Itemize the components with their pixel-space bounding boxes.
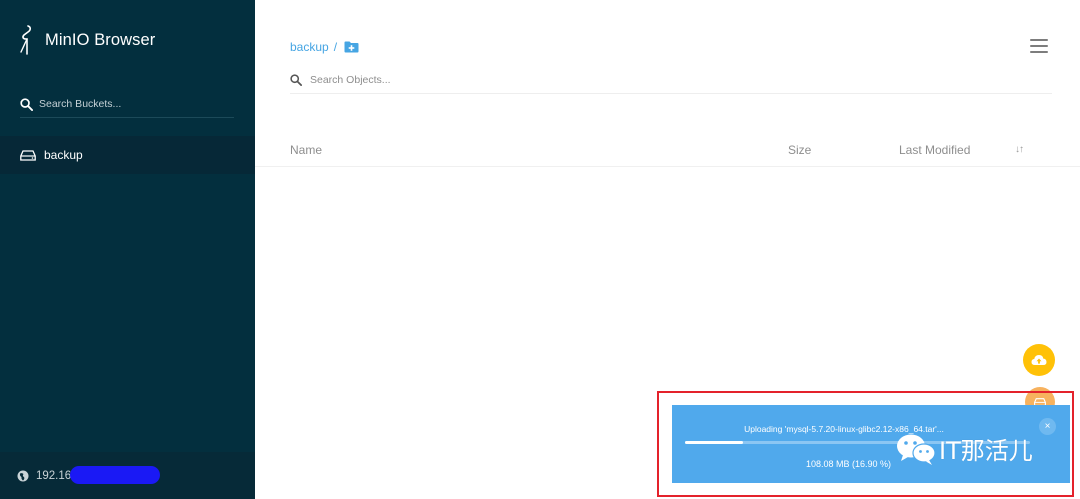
object-search[interactable] (290, 67, 1052, 94)
wechat-icon (897, 434, 936, 465)
bucket-search-input[interactable] (39, 98, 219, 110)
search-icon (290, 74, 302, 86)
column-last-modified[interactable]: Last Modified (899, 143, 970, 157)
app-logo: MinIO Browser (18, 24, 155, 56)
redaction-mask (70, 466, 160, 484)
upload-progress-fill (685, 441, 744, 444)
bucket-item-backup[interactable]: backup (0, 136, 255, 174)
watermark: IT那活儿 (895, 431, 1033, 466)
menu-button[interactable] (1030, 39, 1048, 53)
sort-icon[interactable]: ↓↑ (1015, 144, 1024, 155)
cloud-upload-icon (1031, 355, 1047, 365)
object-search-input[interactable] (310, 74, 710, 86)
column-size[interactable]: Size (788, 143, 811, 157)
sidebar: MinIO Browser backup 192.16 (0, 0, 255, 499)
globe-icon (17, 470, 29, 481)
upload-file-button[interactable] (1023, 344, 1055, 376)
host-address: 192.16 (36, 469, 72, 482)
folder-plus-icon[interactable] (344, 41, 359, 53)
bucket-label: backup (44, 148, 83, 162)
watermark-text: IT那活儿 (939, 437, 1033, 465)
breadcrumb: backup / (290, 40, 359, 54)
hdd-icon (20, 149, 36, 161)
breadcrumb-bucket[interactable]: backup (290, 40, 329, 54)
hamburger-icon (1030, 39, 1048, 53)
app-title: MinIO Browser (45, 30, 156, 49)
column-name[interactable]: Name (290, 143, 322, 157)
objects-table-header: Name Size Last Modified ↓↑ (255, 133, 1080, 167)
breadcrumb-separator: / (333, 40, 338, 54)
minio-bird-logo-icon (20, 25, 32, 55)
close-upload-button[interactable]: × (1039, 418, 1056, 435)
bucket-search[interactable] (20, 91, 234, 118)
search-icon (20, 97, 33, 111)
upload-status: 108.08 MB (16.90 %) (806, 459, 892, 469)
